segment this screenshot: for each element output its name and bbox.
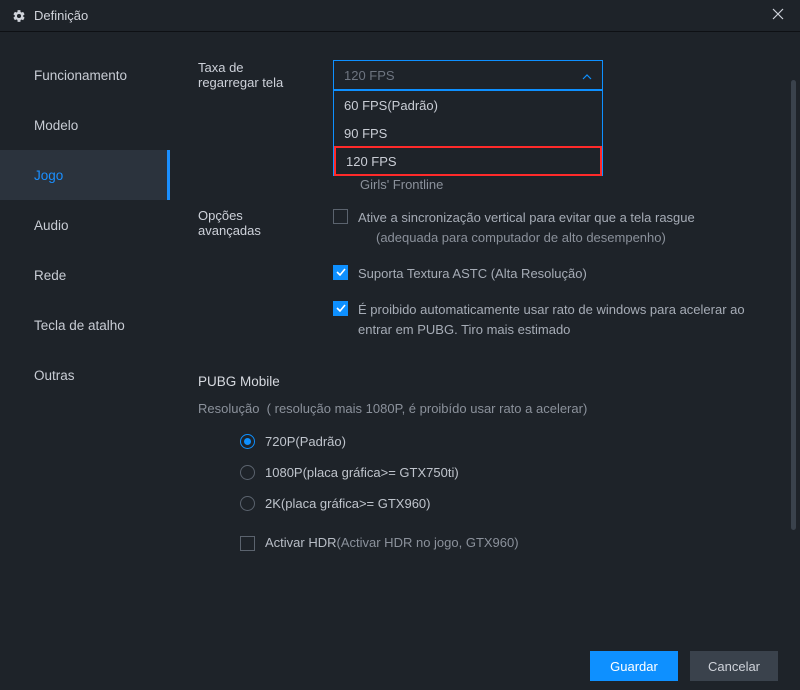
- close-icon: [772, 8, 784, 20]
- checkbox-astc[interactable]: [333, 265, 348, 280]
- window-title: Definição: [34, 8, 88, 23]
- vsync-text: Ative a sincronização vertical para evit…: [358, 208, 695, 248]
- radio-icon: [240, 496, 255, 511]
- resolution-note: Resolução ( resolução mais 1080P, é proi…: [198, 401, 780, 416]
- radio-2k[interactable]: 2K(placa gráfica>= GTX960): [240, 496, 780, 511]
- dropdown-option-60[interactable]: 60 FPS(Padrão): [334, 91, 602, 119]
- refresh-label: Taxa deregarregar tela: [198, 60, 333, 90]
- checkbox-pubg-mouse[interactable]: [333, 301, 348, 316]
- main-panel: Taxa deregarregar tela 120 FPS 60 FPS(Pa…: [170, 32, 800, 642]
- sidebar-item-modelo[interactable]: Modelo: [0, 100, 170, 150]
- game-girls-frontline: Girls' Frontline: [360, 173, 780, 198]
- pubg-title: PUBG Mobile: [198, 374, 780, 389]
- hdr-text: Activar HDR(Activar HDR no jogo, GTX960): [265, 533, 519, 553]
- checkbox-vsync[interactable]: [333, 209, 348, 224]
- dropdown-selected: 120 FPS: [344, 68, 395, 83]
- radio-icon: [240, 434, 255, 449]
- titlebar: Definição: [0, 0, 800, 32]
- radio-label: 720P(Padrão): [265, 434, 346, 449]
- astc-text: Suporta Textura ASTC (Alta Resolução): [358, 264, 587, 284]
- close-button[interactable]: [768, 3, 788, 29]
- checkbox-hdr[interactable]: [240, 536, 255, 551]
- sidebar-item-audio[interactable]: Audio: [0, 200, 170, 250]
- dropdown-option-90[interactable]: 90 FPS: [334, 119, 602, 147]
- radio-icon: [240, 465, 255, 480]
- sidebar-item-tecla[interactable]: Tecla de atalho: [0, 300, 170, 350]
- chevron-up-icon: [582, 68, 592, 83]
- radio-label: 2K(placa gráfica>= GTX960): [265, 496, 430, 511]
- radio-720p[interactable]: 720P(Padrão): [240, 434, 780, 449]
- sidebar-item-label: Modelo: [34, 118, 78, 133]
- sidebar-item-label: Funcionamento: [34, 68, 127, 83]
- save-button[interactable]: Guardar: [590, 651, 678, 681]
- refresh-dropdown[interactable]: 120 FPS 60 FPS(Padrão) 90 FPS 120 FPS: [333, 60, 603, 90]
- sidebar-item-label: Rede: [34, 268, 66, 283]
- sidebar-item-funcionamento[interactable]: Funcionamento: [0, 50, 170, 100]
- sidebar-item-jogo[interactable]: Jogo: [0, 150, 170, 200]
- sidebar-item-label: Audio: [34, 218, 69, 233]
- sidebar-item-label: Outras: [34, 368, 75, 383]
- sidebar-item-rede[interactable]: Rede: [0, 250, 170, 300]
- sidebar-item-label: Tecla de atalho: [34, 318, 125, 333]
- pubg-mouse-text: É proibido automaticamente usar rato de …: [358, 300, 745, 340]
- sidebar-item-label: Jogo: [34, 168, 63, 183]
- sidebar: Funcionamento Modelo Jogo Audio Rede Tec…: [0, 32, 170, 642]
- advanced-label: Opçõesavançadas: [198, 208, 333, 357]
- radio-1080p[interactable]: 1080P(placa gráfica>= GTX750ti): [240, 465, 780, 480]
- gear-icon: [12, 9, 26, 23]
- cancel-button[interactable]: Cancelar: [690, 651, 778, 681]
- dropdown-option-120[interactable]: 120 FPS: [334, 146, 602, 176]
- sidebar-item-outras[interactable]: Outras: [0, 350, 170, 400]
- scrollbar[interactable]: [791, 80, 796, 530]
- footer: Guardar Cancelar: [0, 642, 800, 690]
- dropdown-list: 60 FPS(Padrão) 90 FPS 120 FPS: [333, 90, 603, 176]
- radio-label: 1080P(placa gráfica>= GTX750ti): [265, 465, 459, 480]
